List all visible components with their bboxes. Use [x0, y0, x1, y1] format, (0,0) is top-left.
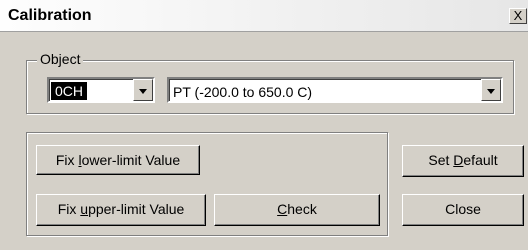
channel-combo-value: 0CH: [51, 82, 88, 100]
fix-upper-label-post: pper-limit Value: [88, 201, 185, 217]
fix-upper-limit-button[interactable]: Fix upper-limit Value: [36, 194, 206, 226]
fix-lower-label-post: ower-limit Value: [81, 152, 181, 168]
fix-lower-limit-button[interactable]: Fix lower-limit Value: [36, 145, 200, 175]
set-default-label-key: D: [453, 152, 464, 168]
channel-combo[interactable]: 0CH: [47, 77, 155, 103]
object-group-label: Object: [37, 51, 84, 67]
fix-upper-label-key: u: [80, 201, 89, 217]
title-bar: Calibration X: [0, 0, 528, 32]
chevron-down-icon: [139, 89, 147, 94]
close-icon: X: [513, 8, 523, 23]
check-label-post: heck: [287, 201, 317, 217]
check-label-key: C: [277, 201, 288, 217]
sensor-dropdown-button[interactable]: [481, 79, 501, 101]
window-title: Calibration: [8, 7, 92, 24]
set-default-button[interactable]: Set Default: [402, 145, 524, 177]
fix-upper-label-pre: Fix: [57, 201, 81, 217]
sensor-combo[interactable]: PT (-200.0 to 650.0 C): [167, 77, 503, 103]
set-default-label-pre: Set: [428, 152, 454, 168]
check-button[interactable]: Check: [214, 194, 380, 226]
close-window-button[interactable]: X: [509, 8, 527, 24]
chevron-down-icon: [487, 89, 495, 94]
fix-lower-label-pre: Fix: [55, 152, 79, 168]
object-groupbox: Object 0CH PT (-200.0 to 650.0 C): [26, 51, 514, 114]
sensor-combo-value: PT (-200.0 to 650.0 C): [173, 84, 313, 100]
close-label: Close: [445, 201, 481, 217]
channel-dropdown-button[interactable]: [133, 79, 153, 101]
close-button[interactable]: Close: [402, 194, 524, 226]
set-default-label-post: efault: [463, 152, 498, 168]
